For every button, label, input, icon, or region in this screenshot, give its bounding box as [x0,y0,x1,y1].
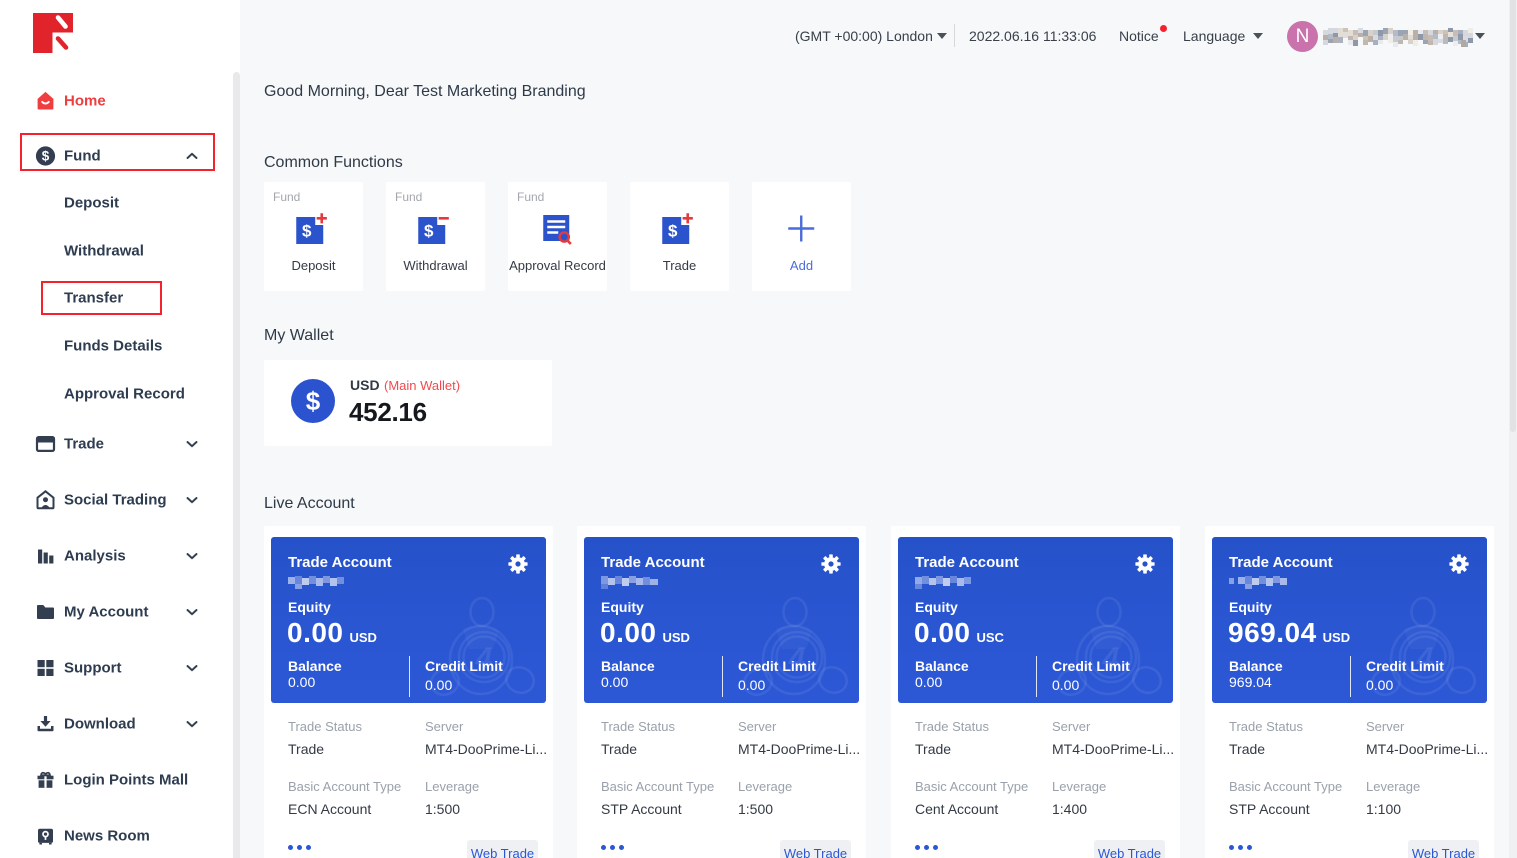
svg-text:$: $ [424,222,434,241]
svg-text:$: $ [302,222,312,241]
svg-text:$: $ [668,222,678,241]
